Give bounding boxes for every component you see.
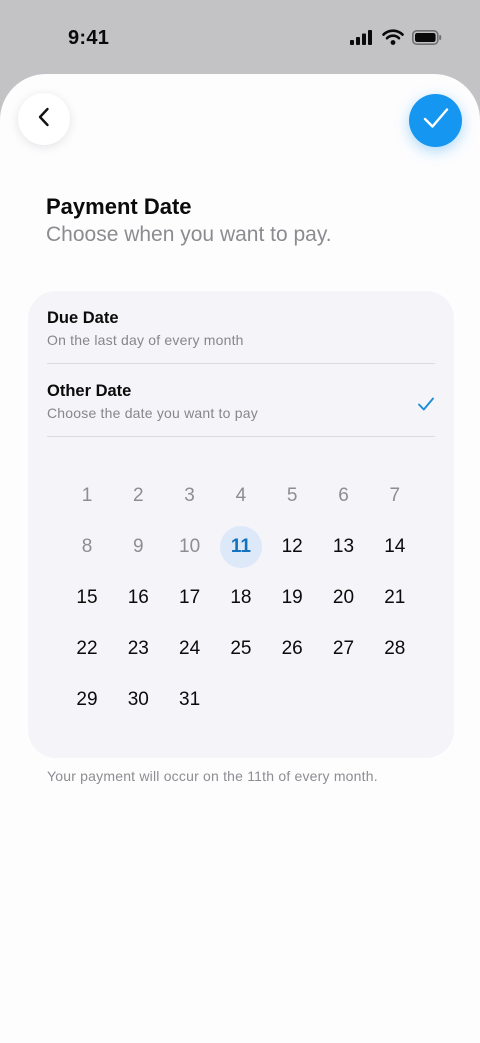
option-other-date[interactable]: Other Date Choose the date you want to p… <box>47 382 435 421</box>
option-description: On the last day of every month <box>47 332 244 348</box>
battery-icon <box>412 29 442 50</box>
payment-date-sheet: Payment Date Choose when you want to pay… <box>0 74 480 1043</box>
calendar-day[interactable]: 26 <box>271 628 313 670</box>
option-title: Due Date <box>47 309 119 327</box>
confirm-button[interactable] <box>409 94 462 147</box>
calendar-day[interactable]: 20 <box>323 577 365 619</box>
wifi-icon <box>382 29 404 50</box>
payment-footnote: Your payment will occur on the 11th of e… <box>47 768 378 784</box>
calendar-day: 2 <box>133 485 144 506</box>
calendar-day[interactable]: 22 <box>66 628 108 670</box>
calendar-day[interactable]: 29 <box>66 679 108 721</box>
calendar-day: 10 <box>179 536 201 557</box>
divider <box>47 363 435 364</box>
calendar-day-selected[interactable]: 11 <box>219 526 262 568</box>
page-title: Payment Date <box>46 194 192 219</box>
calendar-day[interactable]: 16 <box>117 577 159 619</box>
chevron-left-icon <box>37 106 51 133</box>
status-bar: 9:41 <box>0 0 480 75</box>
calendar-day[interactable]: 23 <box>117 628 159 670</box>
divider <box>47 436 435 437</box>
calendar-day[interactable]: 31 <box>169 679 211 721</box>
calendar-day: 1 <box>81 485 93 506</box>
calendar-day[interactable]: 12 <box>271 526 313 568</box>
calendar-day[interactable]: 14 <box>374 526 416 568</box>
calendar-day[interactable]: 13 <box>323 526 365 568</box>
status-icons <box>350 29 442 50</box>
calendar-day: 4 <box>235 485 247 506</box>
payment-options-card: Due Date On the last day of every month … <box>28 291 454 758</box>
calendar-day[interactable]: 18 <box>220 577 262 619</box>
status-time: 9:41 <box>68 27 110 49</box>
calendar-day[interactable]: 25 <box>220 628 262 670</box>
page-subtitle: Choose when you want to pay. <box>46 223 332 246</box>
calendar-day: 5 <box>286 485 298 506</box>
calendar-day[interactable]: 21 <box>374 577 416 619</box>
calendar-day[interactable]: 27 <box>323 628 365 670</box>
calendar-day: 8 <box>81 536 93 557</box>
calendar-day: 6 <box>338 485 349 506</box>
calendar-day[interactable]: 30 <box>117 679 159 721</box>
option-title: Other Date <box>47 382 132 400</box>
calendar-day[interactable]: 28 <box>374 628 416 670</box>
back-button[interactable] <box>18 93 70 145</box>
calendar-day[interactable]: 15 <box>66 577 108 619</box>
calendar-day: 9 <box>133 536 144 557</box>
cellular-signal-icon <box>350 29 374 50</box>
selected-checkmark-icon <box>417 396 435 417</box>
calendar-day: 3 <box>184 485 195 506</box>
calendar-day: 7 <box>389 485 401 506</box>
option-due-date[interactable]: Due Date On the last day of every month <box>47 309 435 348</box>
option-description: Choose the date you want to pay <box>47 405 258 421</box>
calendar-day[interactable]: 17 <box>169 577 211 619</box>
calendar-day[interactable]: 24 <box>169 628 211 670</box>
calendar-day[interactable]: 19 <box>271 577 313 619</box>
checkmark-icon <box>422 106 450 135</box>
